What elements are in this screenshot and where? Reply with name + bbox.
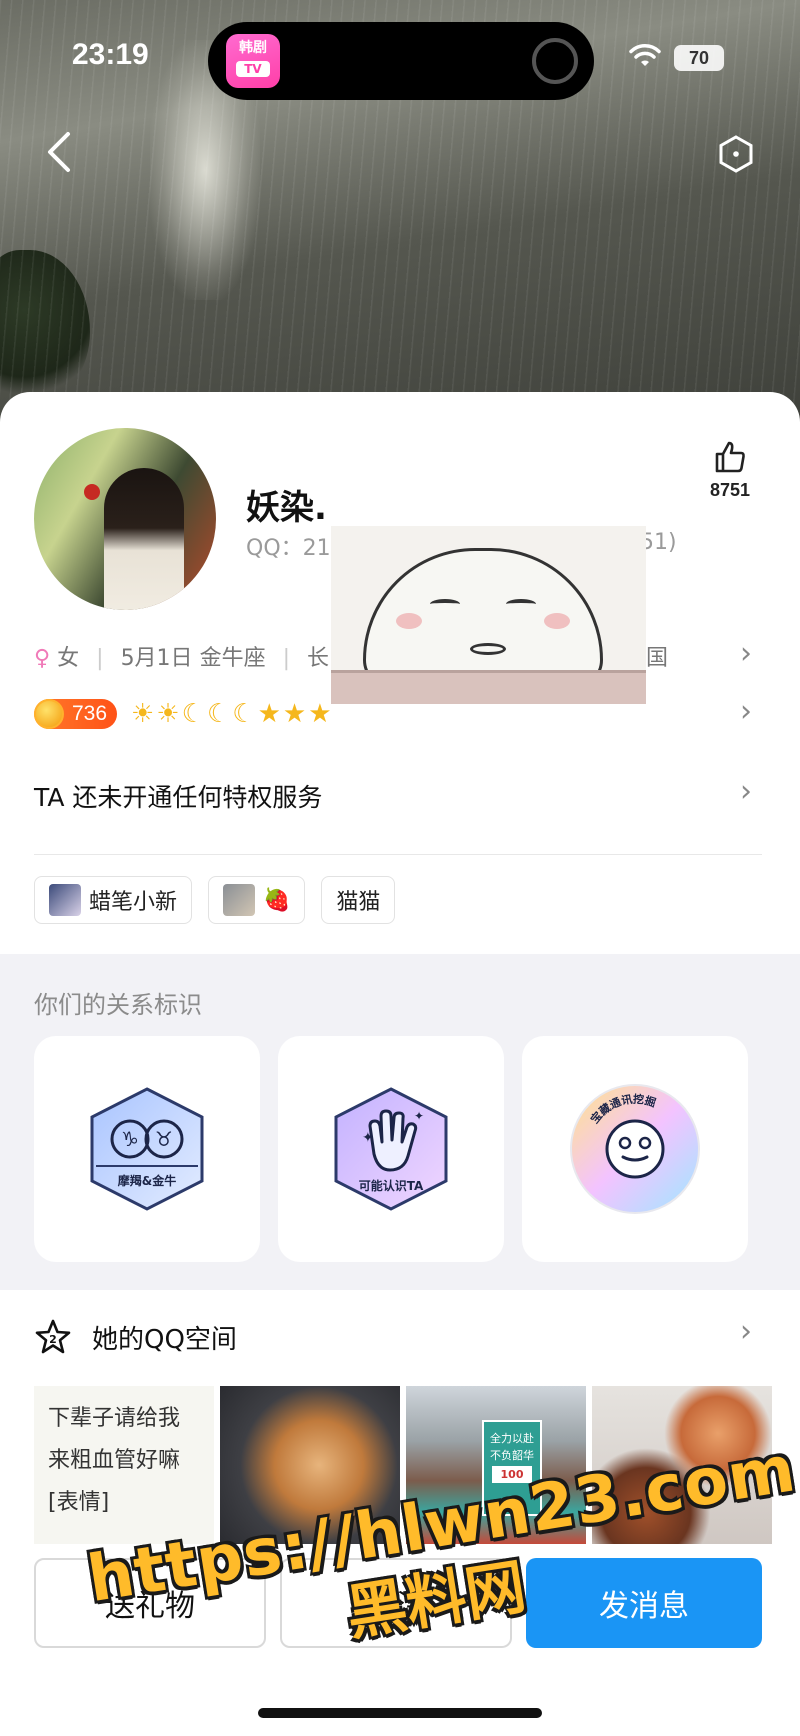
- meme-sticker-overlay: [331, 526, 646, 704]
- thumbs-up-icon: [713, 440, 747, 474]
- tag-strawberry[interactable]: 🍓: [208, 876, 306, 924]
- qzone-chevron-right-icon[interactable]: ›: [740, 1314, 752, 1349]
- capricorn-symbol: ♑: [121, 1127, 139, 1151]
- activity-ring-icon: [532, 38, 578, 84]
- qzone-text-post[interactable]: 下辈子请给我 来粗血管好嘛 [表情]: [34, 1386, 214, 1544]
- app-icon[interactable]: 韩剧 TV: [226, 34, 280, 88]
- like-button[interactable]: 8751: [700, 440, 760, 501]
- location-label: 长: [307, 646, 330, 671]
- relationship-card-zodiac[interactable]: ♑ ♉ 摩羯&金牛: [34, 1036, 260, 1262]
- qzone-text-line: [表情]: [48, 1490, 110, 1515]
- relationship-card-may-know[interactable]: ✦ ✦ 可能认识TA: [278, 1036, 504, 1262]
- level-chevron-right-icon[interactable]: ›: [740, 694, 752, 729]
- sticker-eye: [506, 599, 536, 609]
- qzone-title: 她的QQ空间: [92, 1324, 237, 1355]
- qq-number-prefix: QQ：21: [246, 536, 331, 561]
- sticker-cheek: [396, 613, 422, 629]
- banner-sign-line: 不负韶华: [490, 1449, 534, 1462]
- cover-foliage: [0, 250, 90, 400]
- avatar-rose: [84, 484, 100, 500]
- avatar-figure: [104, 468, 184, 610]
- strawberry-icon: 🍓: [263, 887, 291, 913]
- tag-thumbnail: [49, 884, 81, 916]
- section-divider: [34, 854, 762, 855]
- level-sun-moon-star-icons: ☀☀☾☾☾★★★: [131, 699, 334, 729]
- level-coin-icon: [34, 699, 64, 729]
- qzone-header[interactable]: 2 她的QQ空间: [34, 1318, 237, 1356]
- home-indicator[interactable]: [258, 1708, 542, 1718]
- smiley-face-badge-icon: 宝藏通讯挖掘: [570, 1084, 700, 1214]
- more-options-hexagon-icon[interactable]: [718, 135, 758, 175]
- taurus-symbol: ♉: [155, 1127, 173, 1151]
- sticker-face: [363, 548, 603, 688]
- zodiac-label: 金牛座: [199, 646, 266, 671]
- level-number: 736: [72, 702, 108, 725]
- tag-cats[interactable]: 猫猫: [321, 876, 396, 924]
- zodiac-badge-icon: ♑ ♉ 摩羯&金牛: [90, 1087, 204, 1211]
- relationship-card-treasure[interactable]: 宝藏通讯挖掘: [522, 1036, 748, 1262]
- level-badge: 736: [34, 699, 118, 729]
- banner-sign-line: 全力以赴: [490, 1432, 534, 1445]
- qzone-text-line: 来粗血管好嘛: [48, 1448, 181, 1473]
- relationship-section-title: 你们的关系标识: [34, 991, 202, 1019]
- privilege-chevron-right-icon[interactable]: ›: [740, 774, 752, 809]
- battery-indicator: 70: [674, 45, 724, 71]
- tag-label: 猫猫: [336, 890, 381, 915]
- relationship-label: 摩羯&金牛: [118, 1173, 176, 1188]
- tag-crayon-shinchan[interactable]: 蜡笔小新: [34, 876, 193, 924]
- qq-level-row[interactable]: 736 ☀☀☾☾☾★★★: [34, 698, 334, 730]
- wifi-icon: [628, 44, 664, 68]
- relationship-label: 可能认识TA: [359, 1178, 424, 1193]
- waving-hand-badge-icon: ✦ ✦ 可能认识TA: [334, 1087, 448, 1211]
- sticker-mouth: [470, 643, 506, 655]
- dynamic-island[interactable]: 韩剧 TV: [208, 22, 594, 100]
- sticker-cheek: [544, 613, 570, 629]
- back-button[interactable]: [44, 130, 84, 180]
- sparkle-icon: ✦: [414, 1109, 424, 1123]
- info-separator: |: [282, 646, 290, 671]
- relationship-badges: ♑ ♉ 摩羯&金牛 ✦ ✦ 可能认识TA 宝藏通讯挖掘: [34, 1036, 748, 1262]
- info-separator: |: [96, 646, 104, 671]
- qzone-star-icon: 2: [34, 1318, 72, 1356]
- basic-info-row[interactable]: ♀ 女 | 5月1日 金牛座 | 长: [34, 640, 329, 672]
- gender-label: 女: [57, 646, 80, 671]
- qzone-text-line: 下辈子请给我: [48, 1406, 181, 1431]
- app-icon-label: 韩剧: [239, 40, 267, 56]
- nickname: 妖染.: [246, 488, 327, 528]
- birthday-label: 5月1日: [120, 646, 193, 671]
- like-count: 8751: [709, 480, 751, 500]
- sticker-eye: [430, 599, 460, 609]
- tag-thumbnail: [223, 884, 256, 916]
- sticker-ledge: [331, 670, 646, 704]
- interest-tags: 蜡笔小新 🍓 猫猫: [34, 876, 396, 924]
- female-gender-icon: ♀: [34, 646, 51, 671]
- svg-text:2: 2: [49, 1333, 57, 1346]
- privilege-status[interactable]: TA 还未开通任何特权服务: [34, 778, 322, 814]
- country-label: 国: [646, 646, 669, 671]
- info-chevron-right-icon[interactable]: ›: [740, 636, 752, 671]
- app-icon-tv-label: TV: [236, 60, 270, 77]
- tag-label: 蜡笔小新: [89, 890, 178, 915]
- status-time: 23:19: [72, 38, 149, 71]
- avatar[interactable]: [34, 428, 216, 610]
- sparkle-icon: ✦: [362, 1130, 374, 1146]
